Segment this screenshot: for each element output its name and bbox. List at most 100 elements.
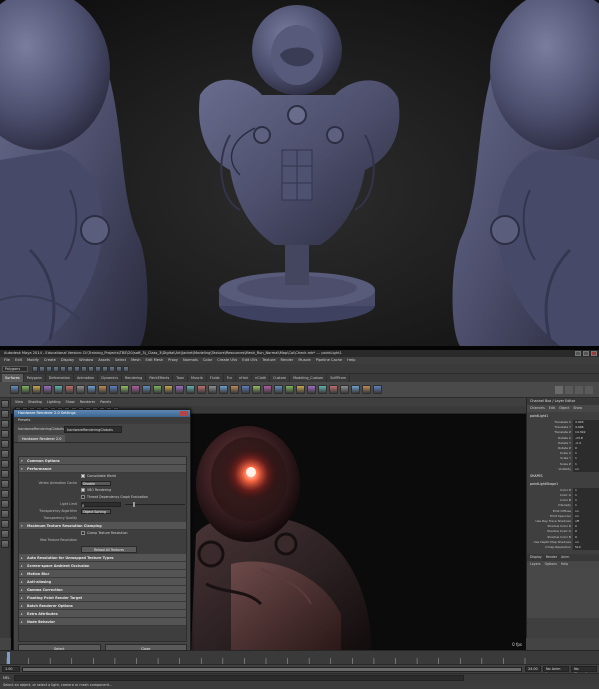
menu-create[interactable]: Create — [44, 357, 56, 364]
merge-icon[interactable] — [263, 385, 272, 394]
scale-tool-icon[interactable] — [1, 450, 9, 458]
outliner-layout-icon[interactable] — [1, 520, 9, 528]
menu-file[interactable]: File — [4, 357, 10, 364]
extrude-icon[interactable] — [76, 385, 85, 394]
shelf-tab-muscle[interactable]: Muscle — [188, 374, 207, 382]
shelf-tab-custom[interactable]: Custom — [270, 374, 291, 382]
merge-icon[interactable] — [131, 385, 140, 394]
dialog-menu-presets[interactable]: Presets — [14, 417, 190, 424]
cube-icon[interactable] — [153, 385, 162, 394]
section-extra-attributes[interactable]: Extra Attributes — [19, 610, 186, 618]
consolidate-world-checkbox[interactable] — [81, 474, 85, 478]
panel-menu-show[interactable]: Show — [66, 398, 75, 406]
split-icon[interactable] — [252, 385, 261, 394]
plane-icon[interactable] — [54, 385, 63, 394]
move-tool-icon[interactable] — [1, 430, 9, 438]
snap-grid-icon[interactable] — [74, 366, 80, 372]
append-icon[interactable] — [241, 385, 250, 394]
select-component-icon[interactable] — [67, 366, 73, 372]
torus-icon[interactable] — [329, 385, 338, 394]
cylinder-icon[interactable] — [32, 385, 41, 394]
menu-pipeline-cache[interactable]: Pipeline Cache — [316, 357, 342, 364]
menu-color[interactable]: Color — [203, 357, 212, 364]
bridge-icon[interactable] — [230, 385, 239, 394]
bridge-icon[interactable] — [362, 385, 371, 394]
sphere-icon[interactable] — [142, 385, 151, 394]
shelf-tab-surfaces[interactable]: Surfaces — [2, 374, 24, 382]
cylinder-icon[interactable] — [296, 385, 305, 394]
anim-layer-select[interactable]: No Anim Layer — [543, 666, 569, 676]
menu-normals[interactable]: Normals — [183, 357, 198, 364]
section-motion-blur[interactable]: Motion Blur — [19, 570, 186, 578]
snap-point-icon[interactable] — [88, 366, 94, 372]
cone-icon[interactable] — [43, 385, 52, 394]
light-limit-field[interactable]: 8 — [81, 502, 121, 508]
section-gamma-correction[interactable]: Gamma Correction — [19, 586, 186, 594]
shelf-tab-animation[interactable]: Animation — [74, 374, 99, 382]
channel-attribute-value[interactable]: 512 — [573, 544, 599, 551]
cube-icon[interactable] — [285, 385, 294, 394]
light-limit-slider[interactable] — [125, 502, 185, 507]
four-view-layout-icon[interactable] — [1, 510, 9, 518]
transparency-select[interactable]: Object Sorting — [81, 509, 111, 514]
cube-icon[interactable] — [21, 385, 30, 394]
hypershade-layout-icon[interactable] — [1, 540, 9, 548]
thread-eval-checkbox[interactable] — [81, 495, 85, 499]
panel-menu-lighting[interactable]: Lighting — [47, 398, 61, 406]
menu-muscle[interactable]: Muscle — [298, 357, 310, 364]
shelf-tab-nhair[interactable]: nHair — [236, 374, 253, 382]
sphere-icon[interactable] — [10, 385, 19, 394]
shelf-options-icon[interactable] — [555, 386, 595, 394]
section-floating-point[interactable]: Floating Point Render Target — [19, 594, 186, 602]
channel-menu-edit[interactable]: Edit — [549, 405, 555, 412]
render-frame-icon[interactable] — [109, 366, 115, 372]
current-time-marker[interactable] — [7, 652, 10, 664]
shelf-tab-modeling-custom[interactable]: Modeling_Custom — [290, 374, 328, 382]
graph-layout-icon[interactable] — [1, 530, 9, 538]
maximize-button[interactable] — [583, 351, 589, 356]
snap-plane-icon[interactable] — [95, 366, 101, 372]
save-scene-icon[interactable] — [46, 366, 52, 372]
universal-manipulator-icon[interactable] — [1, 460, 9, 468]
shelf-tab-polygons[interactable]: Polygons — [24, 374, 46, 382]
bevel-icon[interactable] — [87, 385, 96, 394]
menu-select[interactable]: Select — [115, 357, 126, 364]
globals-node-field[interactable]: hardwareRenderingGlobals — [64, 426, 122, 433]
shelf-tab-fluids[interactable]: Fluids — [207, 374, 224, 382]
menu-edit-mesh[interactable]: Edit Mesh — [146, 357, 164, 364]
minimize-button[interactable] — [575, 351, 581, 356]
range-slider-bar[interactable] — [22, 667, 522, 672]
section-anti-aliasing[interactable]: Anti-aliasing — [19, 578, 186, 586]
section-max-texture[interactable]: Maximum Texture Resolution Clamping — [19, 522, 186, 530]
layer-menu-options[interactable]: Options — [545, 561, 557, 568]
shelf-tab-dynamics[interactable]: Dynamics — [98, 374, 122, 382]
dialog-close-button[interactable] — [180, 411, 188, 416]
vertex-cache-select[interactable]: Disable — [81, 481, 111, 486]
layer-menu-layers[interactable]: Layers — [530, 561, 541, 568]
menu-mesh[interactable]: Mesh — [131, 357, 140, 364]
select-object-icon[interactable] — [60, 366, 66, 372]
torus-icon[interactable] — [65, 385, 74, 394]
render-settings-icon[interactable] — [123, 366, 129, 372]
sphere-icon[interactable] — [274, 385, 283, 394]
layer-list[interactable] — [527, 568, 599, 619]
shelf-tab-deformation[interactable]: Deformation — [46, 374, 74, 382]
torus-icon[interactable] — [197, 385, 206, 394]
extrude-icon[interactable] — [340, 385, 349, 394]
dialog-titlebar[interactable]: Hardware Renderer 2.0 Settings — [14, 410, 190, 417]
shelf-tab-fur[interactable]: Fur — [224, 374, 236, 382]
shelf-tab-sciff-from[interactable]: SciffFrom — [327, 374, 350, 382]
cylinder-icon[interactable] — [164, 385, 173, 394]
shelf-tab-ncloth[interactable]: nCloth — [252, 374, 271, 382]
channel-attribute-row[interactable]: Dmap Resolution 512 — [527, 544, 599, 551]
append-icon[interactable] — [373, 385, 382, 394]
plane-icon[interactable] — [318, 385, 327, 394]
section-ssao[interactable]: Screen-space Ambient Occlusion — [19, 562, 186, 570]
layer-tab-display[interactable]: Display — [530, 554, 542, 561]
menu-set-dropdown[interactable]: Polygons — [2, 366, 28, 372]
end-time-field[interactable]: 24.00 — [525, 666, 541, 672]
shelf-tab-painteffects[interactable]: PaintEffects — [146, 374, 174, 382]
panel-menu-panels[interactable]: Panels — [100, 398, 111, 406]
panel-menu-shading[interactable]: Shading — [28, 398, 42, 406]
menu-window[interactable]: Window — [79, 357, 93, 364]
